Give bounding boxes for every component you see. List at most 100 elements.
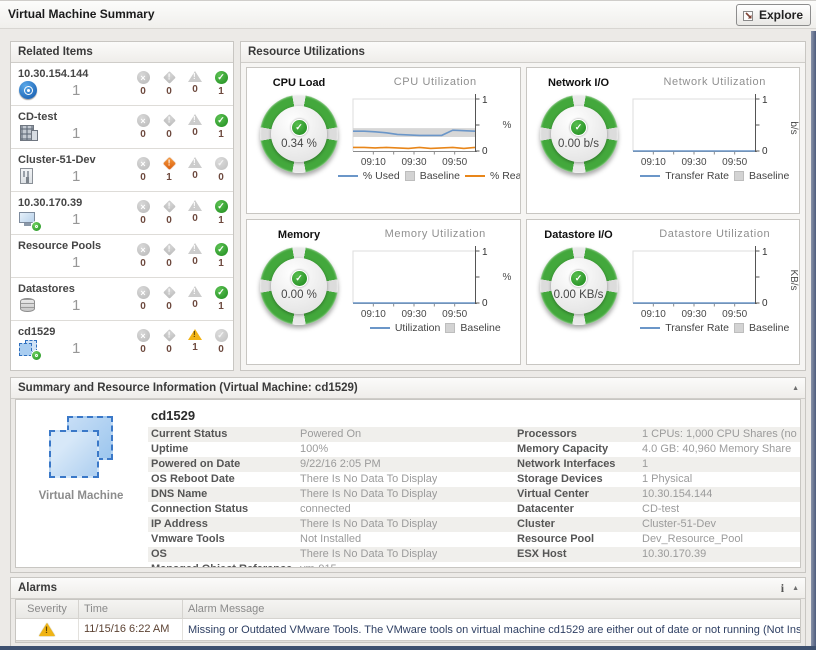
normal-icon: ✓: [215, 157, 228, 170]
related-item-name[interactable]: Resource Pools: [18, 238, 130, 252]
horizontal-scrollbar[interactable]: ◄ ►: [16, 641, 800, 643]
status-normal[interactable]: ✓0: [208, 329, 234, 364]
critical-icon: !: [163, 157, 176, 170]
datastore-utilization-chart[interactable]: 09:1009:3009:5010KB/s: [631, 243, 799, 321]
summary-row: Resource PoolDev_Resource_Pool: [514, 532, 800, 547]
related-item-row[interactable]: Datastores1×0!0!0✓1: [11, 278, 233, 321]
status-warning[interactable]: !1: [182, 329, 208, 364]
status-critical[interactable]: !1: [156, 157, 182, 191]
svg-text:b/s: b/s: [788, 121, 799, 134]
status-normal[interactable]: ✓1: [208, 114, 234, 148]
resource-utilizations-grid: CPU Load ✓ 0.34 % CPU Utilization 09:100…: [246, 67, 800, 365]
memory-title: Memory: [278, 229, 320, 241]
status-fatal[interactable]: ×0: [130, 286, 156, 320]
svg-text:1: 1: [762, 247, 768, 258]
alarm-severity-cell: !: [16, 619, 79, 640]
summary-row-value: 1 CPUs: 1,000 CPU Shares (no: [642, 427, 797, 442]
network-io-gauge[interactable]: ✓ 0.00 b/s: [540, 95, 618, 173]
status-warning[interactable]: !0: [182, 200, 208, 234]
related-item-count: 1: [72, 297, 80, 314]
warning-icon: !: [188, 71, 202, 82]
status-normal[interactable]: ✓1: [208, 286, 234, 320]
status-count: 0: [140, 172, 146, 183]
status-normal[interactable]: ✓1: [208, 71, 234, 105]
cpu-utilization-chart[interactable]: 09:1009:3009:5010%: [351, 91, 519, 169]
status-fatal[interactable]: ×0: [130, 329, 156, 364]
svg-text:09:50: 09:50: [442, 309, 467, 320]
status-critical[interactable]: !0: [156, 286, 182, 320]
network-utilization-chart[interactable]: 09:1009:3009:5010b/s: [631, 91, 799, 169]
related-item-row[interactable]: cd15291×0!0!1✓0: [11, 321, 233, 364]
related-item-row[interactable]: 10.30.154.1441×0!0!0✓1: [11, 63, 233, 106]
alarm-message[interactable]: Missing or Outdated VMware Tools. The VM…: [183, 624, 800, 636]
status-critical[interactable]: !0: [156, 329, 182, 364]
alarms-section: Alarms i ▲ Severity Time Alarm Message !…: [10, 577, 806, 647]
related-item-name[interactable]: 10.30.154.144: [18, 66, 130, 80]
summary-row-label: Connection Status: [148, 502, 300, 517]
svg-text:1: 1: [482, 95, 488, 106]
explore-button[interactable]: Explore: [736, 4, 811, 26]
status-normal[interactable]: ✓1: [208, 200, 234, 234]
related-item-row[interactable]: 10.30.170.391×0!0!0✓1: [11, 192, 233, 235]
related-item-row[interactable]: Cluster-51-Dev1×0!1!0✓0: [11, 149, 233, 192]
fatal-icon: ×: [137, 243, 150, 256]
svg-text:%: %: [503, 120, 512, 131]
related-items-header: Related Items: [11, 42, 233, 63]
status-fatal[interactable]: ×0: [130, 157, 156, 191]
warning-icon: !: [39, 623, 55, 636]
status-fatal[interactable]: ×0: [130, 114, 156, 148]
status-warning[interactable]: !0: [182, 114, 208, 148]
svg-text:09:30: 09:30: [402, 157, 427, 168]
status-critical[interactable]: !0: [156, 200, 182, 234]
related-item-name[interactable]: CD-test: [18, 109, 130, 123]
severity-column-header[interactable]: Severity: [16, 600, 79, 618]
memory-utilization-chart[interactable]: 09:1009:3009:5010%: [351, 243, 519, 321]
related-item-count: 1: [72, 254, 80, 271]
status-critical[interactable]: !0: [156, 71, 182, 105]
time-column-header[interactable]: Time: [79, 600, 183, 618]
related-item-row[interactable]: Resource Pools1×0!0!0✓1: [11, 235, 233, 278]
status-warning[interactable]: !0: [182, 243, 208, 277]
vm-icon: [18, 339, 40, 358]
normal-check-icon: ✓: [291, 270, 308, 287]
status-normal[interactable]: ✓1: [208, 243, 234, 277]
status-fatal[interactable]: ×0: [130, 71, 156, 105]
resource-pool-icon: [18, 253, 40, 272]
status-warning[interactable]: !0: [182, 286, 208, 320]
info-icon[interactable]: i: [781, 582, 784, 594]
related-item-count: 1: [72, 125, 80, 142]
collapse-icon[interactable]: ▲: [792, 585, 799, 592]
datastore-utilization-chart-title: Datastore Utilization: [659, 228, 770, 240]
status-warning[interactable]: !0: [182, 157, 208, 191]
cpu-load-gauge[interactable]: ✓ 0.34 %: [260, 95, 338, 173]
status-fatal[interactable]: ×0: [130, 200, 156, 234]
datastore-io-title: Datastore I/O: [544, 229, 612, 241]
summary-row: Managed Object Referencevm-915: [148, 562, 514, 568]
related-item-name[interactable]: Datastores: [18, 281, 130, 295]
svg-text:09:30: 09:30: [681, 309, 706, 320]
svg-text:09:50: 09:50: [442, 157, 467, 168]
status-warning[interactable]: !0: [182, 71, 208, 105]
summary-row-label: Processors: [514, 427, 642, 442]
alarm-message-column-header[interactable]: Alarm Message: [183, 603, 800, 615]
explore-icon: [742, 9, 755, 22]
related-item-name[interactable]: Cluster-51-Dev: [18, 152, 130, 166]
related-items-list: 10.30.154.1441×0!0!0✓1CD-test1×0!0!0✓1Cl…: [11, 63, 233, 364]
legend-label: Transfer Rate: [665, 322, 729, 334]
status-normal[interactable]: ✓0: [208, 157, 234, 191]
window-right-edge: [811, 31, 816, 650]
status-critical[interactable]: !0: [156, 243, 182, 277]
related-item-name[interactable]: 10.30.170.39: [18, 195, 130, 209]
collapse-icon[interactable]: ▲: [792, 385, 799, 392]
related-item-row[interactable]: CD-test1×0!0!0✓1: [11, 106, 233, 149]
related-item-name[interactable]: cd1529: [18, 324, 130, 338]
datastore-io-gauge[interactable]: ✓ 0.00 KB/s: [540, 247, 618, 325]
status-critical[interactable]: !0: [156, 114, 182, 148]
summary-row-value: 1: [642, 457, 648, 472]
status-fatal[interactable]: ×0: [130, 243, 156, 277]
memory-gauge[interactable]: ✓ 0.00 %: [260, 247, 338, 325]
resource-utilizations-panel: Resource Utilizations CPU Load ✓ 0.34 % …: [240, 41, 806, 371]
normal-check-icon: ✓: [570, 270, 587, 287]
summary-row: Connection Statusconnected: [148, 502, 514, 517]
alarm-row[interactable]: ! 11/15/16 6:22 AM Missing or Outdated V…: [16, 619, 800, 641]
